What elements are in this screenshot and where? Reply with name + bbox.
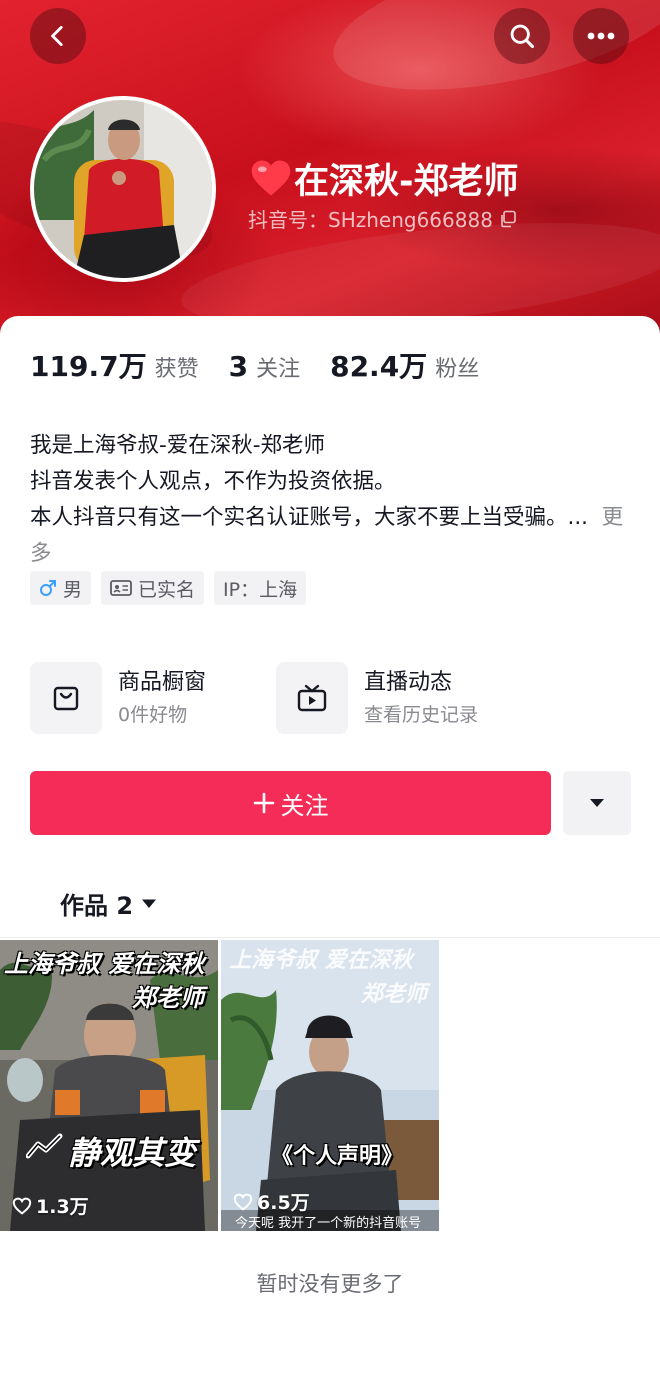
ip-location-tag: IP：上海 <box>214 571 307 605</box>
tab-works-label: 作品 2 <box>60 891 134 920</box>
more-options-button[interactable] <box>573 8 629 64</box>
back-button[interactable] <box>30 8 86 64</box>
video-likes: 6.5万 <box>233 1188 310 1215</box>
followers-count[interactable]: 82.4万 <box>330 345 427 385</box>
avatar[interactable] <box>30 96 216 282</box>
tab-works[interactable]: 作品 2 <box>60 882 157 924</box>
video-thumbnail[interactable]: 上海爷叔 爱在深秋 郑老师 《个人声明》 今天呢 我开了一个新的抖音账号 6.5… <box>221 940 439 1231</box>
following-count[interactable]: 3 <box>229 350 248 383</box>
back-icon <box>51 25 63 47</box>
bio-line-text: 本人抖音只有这一个实名认证账号，大家不要上当受骗。... <box>30 505 589 530</box>
profile-tags: 男 已实名 IP：上海 <box>30 571 307 605</box>
likes-count[interactable]: 119.7万 <box>30 345 147 385</box>
copy-icon[interactable] <box>499 210 517 228</box>
likes-label: 获赞 <box>154 357 199 382</box>
douyin-id-text: 抖音号：SHzheng666888 <box>248 208 493 232</box>
bio-line: 我是上海爷叔-爱在深秋-郑老师 <box>30 433 326 458</box>
follow-button[interactable]: 关注 <box>30 771 551 835</box>
search-icon <box>510 24 535 49</box>
profile-stats: 119.7万 获赞 3 关注 82.4万 粉丝 <box>30 345 479 385</box>
live-history-icon-box <box>276 662 348 734</box>
video-thumbnail[interactable]: 上海爷叔 爱在深秋 郑老师 静观其变 1.3万 <box>0 940 218 1231</box>
shop-window-icon-box <box>30 662 102 734</box>
id-card-icon <box>110 580 132 596</box>
tab-divider <box>0 937 660 938</box>
recommend-dropdown-button[interactable] <box>563 771 631 835</box>
male-icon <box>40 580 56 596</box>
nickname-text: 在深秋-郑老师 <box>294 161 519 202</box>
verified-label: 已实名 <box>138 578 196 601</box>
gender-label: 男 <box>63 578 83 601</box>
video-likes-count: 1.3万 <box>36 1196 89 1218</box>
douyin-id[interactable]: 抖音号：SHzheng666888 <box>248 204 517 233</box>
shop-window-title: 商品橱窗 <box>118 670 207 695</box>
heart-icon <box>251 160 291 196</box>
bio-line: 本人抖音只有这一个实名认证账号，大家不要上当受骗。... 更多 <box>30 500 630 572</box>
followers-label: 粉丝 <box>435 357 480 382</box>
live-tv-icon <box>297 684 327 712</box>
bio-line: 抖音发表个人观点，不作为投资依据。 <box>30 469 396 494</box>
shop-window-entry[interactable]: 商品橱窗 0件好物 <box>30 662 206 734</box>
video-caption-title: 上海爷叔 爱在深秋 <box>4 950 205 978</box>
video-likes-count: 6.5万 <box>257 1192 310 1214</box>
following-label: 关注 <box>256 357 301 382</box>
shopping-bag-icon <box>53 686 79 711</box>
follow-button-label: 关注 <box>280 791 329 820</box>
video-caption-highlight: 《个人声明》 <box>271 1144 404 1169</box>
verified-tag: 已实名 <box>101 571 205 605</box>
live-history-subtitle: 查看历史记录 <box>364 704 479 726</box>
trend-icon <box>26 1133 63 1159</box>
caret-down-icon <box>142 899 157 908</box>
ip-location-label: IP：上海 <box>223 578 298 601</box>
video-likes: 1.3万 <box>12 1192 89 1219</box>
video-caption-highlight: 静观其变 <box>68 1134 197 1172</box>
search-button[interactable] <box>494 8 550 64</box>
profile-bio: 我是上海爷叔-爱在深秋-郑老师 抖音发表个人观点，不作为投资依据。 本人抖音只有… <box>30 428 630 572</box>
heart-outline-icon <box>12 1197 32 1215</box>
profile-header-banner: 在深秋-郑老师 抖音号：SHzheng666888 <box>0 0 660 340</box>
shop-window-subtitle: 0件好物 <box>118 704 188 726</box>
more-icon <box>587 32 615 40</box>
live-history-title: 直播动态 <box>364 670 453 695</box>
profile-nickname: 在深秋-郑老师 <box>250 150 519 206</box>
heart-outline-icon <box>233 1193 253 1211</box>
video-caption-title: 上海爷叔 爱在深秋 <box>229 948 413 973</box>
video-caption-name: 郑老师 <box>132 984 204 1012</box>
video-caption-name: 郑老师 <box>361 982 428 1007</box>
gender-tag: 男 <box>30 571 92 605</box>
plus-icon <box>253 792 274 814</box>
live-history-entry[interactable]: 直播动态 查看历史记录 <box>276 662 478 734</box>
no-more-content-text: 暂时没有更多了 <box>256 1272 404 1296</box>
caret-down-icon <box>590 799 604 807</box>
